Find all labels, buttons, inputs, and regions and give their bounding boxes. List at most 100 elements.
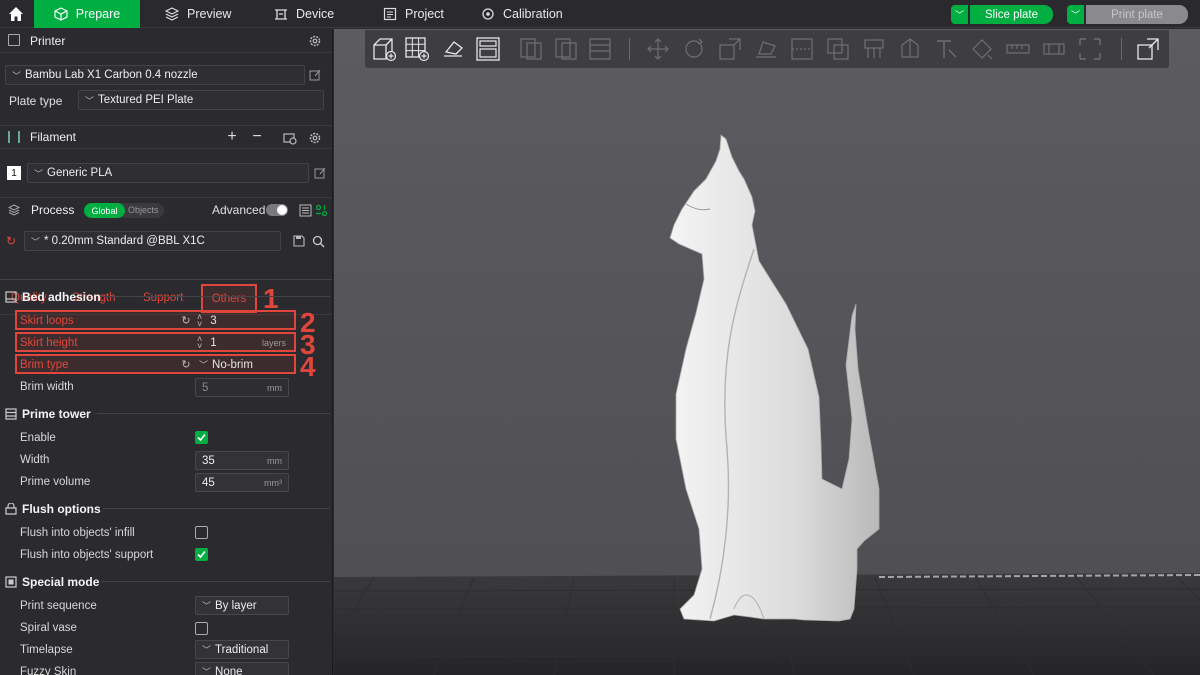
explode-icon[interactable] bbox=[1135, 36, 1161, 62]
print-sequence-select[interactable]: ﹀ By layer bbox=[195, 596, 289, 615]
prime-tower-width-value: 35 bbox=[202, 454, 215, 467]
printer-value: Bambu Lab X1 Carbon 0.4 nozzle bbox=[25, 69, 198, 81]
tab-calibration[interactable]: Calibration bbox=[481, 0, 563, 28]
toolbar-divider bbox=[629, 38, 630, 60]
edit-icon[interactable] bbox=[308, 68, 322, 82]
list-view-icon[interactable] bbox=[298, 203, 312, 217]
flush-infill-checkbox[interactable] bbox=[195, 526, 208, 539]
annotation-1: 1 bbox=[263, 283, 279, 314]
skirt-height-stepper[interactable]: ˄ ˅ 1 layers bbox=[193, 334, 293, 351]
text-icon[interactable] bbox=[933, 36, 959, 62]
process-header: Process Global Objects Advanced bbox=[0, 197, 332, 221]
save-icon[interactable] bbox=[292, 234, 306, 248]
divider bbox=[97, 413, 330, 414]
filament-index: 1 bbox=[7, 166, 21, 180]
slice-plate-button[interactable]: Slice plate bbox=[970, 5, 1053, 24]
slice-plate-group: ﹀ Slice plate bbox=[951, 5, 1053, 24]
tab-support[interactable]: Support bbox=[143, 292, 183, 304]
3d-viewport[interactable] bbox=[334, 29, 1200, 675]
support-painting-icon[interactable] bbox=[861, 36, 887, 62]
brim-width-label: Brim width bbox=[20, 381, 74, 393]
fit-icon[interactable] bbox=[1077, 36, 1103, 62]
annotation-4: 4 bbox=[300, 351, 316, 382]
split-objects-icon[interactable] bbox=[518, 36, 544, 62]
scale-icon[interactable] bbox=[717, 36, 743, 62]
timelapse-value: Traditional bbox=[215, 643, 269, 656]
skirt-loops-label: Skirt loops bbox=[20, 315, 74, 327]
tab-others[interactable]: Others bbox=[201, 284, 257, 313]
split-parts-icon[interactable] bbox=[553, 36, 579, 62]
plus-icon[interactable]: + bbox=[224, 128, 240, 145]
prime-tower-icon bbox=[5, 408, 17, 420]
brim-width-value: 5 bbox=[202, 381, 209, 394]
prime-tower-enable-checkbox[interactable] bbox=[195, 431, 208, 444]
reset-icon[interactable]: ↻ bbox=[180, 314, 192, 327]
global-objects-toggle[interactable]: Global Objects bbox=[84, 203, 164, 218]
checkmark-icon bbox=[197, 550, 206, 559]
cut-icon[interactable] bbox=[789, 36, 815, 62]
tab-preview[interactable]: Preview bbox=[165, 0, 231, 28]
toolbar-divider bbox=[1121, 38, 1122, 60]
assembly-icon[interactable] bbox=[1041, 36, 1067, 62]
plate-type-select[interactable]: ﹀ Textured PEI Plate bbox=[78, 90, 324, 110]
chevron-down-icon: ﹀ bbox=[85, 95, 95, 106]
cube-icon bbox=[54, 7, 68, 21]
flush-support-checkbox[interactable] bbox=[195, 548, 208, 561]
filament-select[interactable]: ﹀ Generic PLA bbox=[27, 163, 309, 183]
printer-icon bbox=[8, 34, 20, 46]
gear-icon[interactable] bbox=[307, 33, 323, 49]
brim-type-select[interactable]: ﹀ No-brim bbox=[195, 356, 293, 373]
color-painting-icon[interactable] bbox=[969, 36, 995, 62]
compare-icon[interactable] bbox=[314, 203, 328, 217]
toggle-objects[interactable]: Objects bbox=[128, 205, 159, 215]
arrange-icon[interactable] bbox=[475, 36, 501, 62]
print-plate-button[interactable]: Print plate bbox=[1086, 5, 1188, 24]
prime-volume-field[interactable]: 45 mm³ bbox=[195, 473, 289, 492]
reset-icon[interactable]: ↻ bbox=[180, 358, 192, 371]
timelapse-select[interactable]: ﹀ Traditional bbox=[195, 640, 289, 659]
brim-width-field[interactable]: 5 mm bbox=[195, 378, 289, 397]
auto-orient-icon[interactable] bbox=[440, 36, 466, 62]
tab-prepare[interactable]: Prepare bbox=[34, 0, 140, 28]
rotate-icon[interactable] bbox=[681, 36, 707, 62]
reset-icon[interactable]: ↻ bbox=[5, 234, 17, 248]
tab-label: Calibration bbox=[503, 7, 563, 21]
add-plate-icon[interactable] bbox=[404, 36, 430, 62]
process-icon bbox=[8, 204, 20, 216]
flush-options-title: Flush options bbox=[22, 502, 101, 516]
toggle-global[interactable]: Global bbox=[84, 203, 125, 218]
spiral-vase-checkbox[interactable] bbox=[195, 622, 208, 635]
print-dropdown-button[interactable]: ﹀ bbox=[1067, 5, 1084, 24]
gear-icon[interactable] bbox=[307, 130, 323, 146]
tab-project[interactable]: Project bbox=[383, 0, 444, 28]
chevron-down-icon: ﹀ bbox=[31, 236, 41, 247]
chevron-down-icon: ﹀ bbox=[34, 168, 44, 179]
minus-icon[interactable]: − bbox=[249, 128, 265, 145]
prime-tower-width-field[interactable]: 35 mm bbox=[195, 451, 289, 470]
printer-header: Printer bbox=[0, 29, 332, 53]
lay-on-face-icon[interactable] bbox=[753, 36, 779, 62]
home-button[interactable] bbox=[0, 0, 32, 28]
tab-device[interactable]: Device bbox=[274, 0, 334, 28]
skirt-height-label: Skirt height bbox=[20, 337, 78, 349]
add-object-icon[interactable] bbox=[371, 36, 397, 62]
measure-icon[interactable] bbox=[1005, 36, 1031, 62]
special-mode-title: Special mode bbox=[22, 575, 100, 589]
filament-sync-icon[interactable] bbox=[282, 130, 298, 146]
filament-icon bbox=[8, 131, 20, 143]
slice-dropdown-button[interactable]: ﹀ bbox=[951, 5, 968, 24]
seam-painting-icon[interactable] bbox=[897, 36, 923, 62]
process-preset-select[interactable]: ﹀ * 0.20mm Standard @BBL X1C bbox=[24, 231, 281, 251]
boolean-icon[interactable] bbox=[825, 36, 851, 62]
flush-infill-label: Flush into objects' infill bbox=[20, 527, 135, 539]
advanced-switch[interactable] bbox=[266, 204, 288, 216]
layers-editing-icon[interactable] bbox=[587, 36, 613, 62]
checkmark-icon bbox=[197, 433, 206, 442]
skirt-loops-stepper[interactable]: ˄ ˅ 3 bbox=[193, 312, 293, 329]
brim-type-value: No-brim bbox=[212, 358, 253, 371]
edit-icon[interactable] bbox=[313, 166, 327, 180]
fuzzy-skin-select[interactable]: ﹀ None bbox=[195, 662, 289, 675]
search-icon[interactable] bbox=[311, 234, 325, 248]
printer-select[interactable]: ﹀ Bambu Lab X1 Carbon 0.4 nozzle bbox=[5, 65, 305, 85]
move-icon[interactable] bbox=[645, 36, 671, 62]
